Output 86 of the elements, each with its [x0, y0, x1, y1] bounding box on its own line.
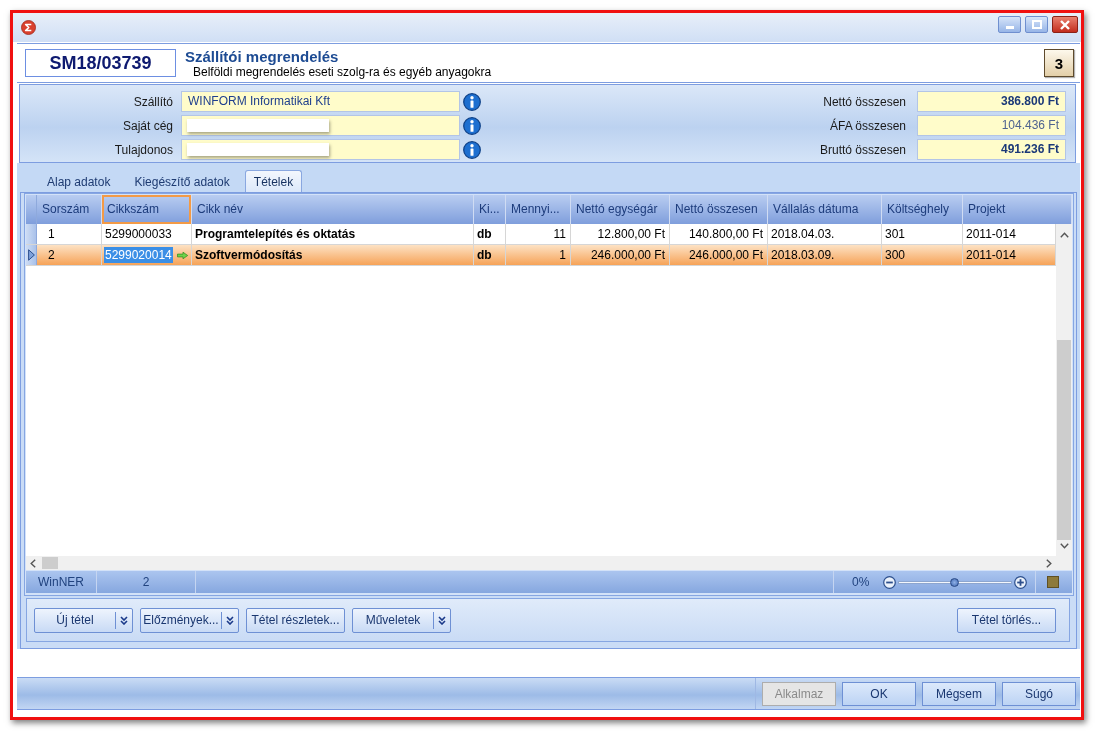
maximize-button[interactable]	[1025, 16, 1048, 33]
column-header[interactable]: Sorszám	[37, 195, 102, 224]
dialog-button[interactable]: Súgó	[1002, 681, 1076, 706]
info-icon[interactable]	[463, 116, 481, 135]
table-cell: db	[474, 245, 506, 265]
app-logo-icon	[21, 20, 36, 35]
action-button[interactable]: Műveletek	[352, 607, 451, 633]
table-cell: 246.000,00 Ft	[571, 245, 670, 265]
action-button[interactable]: Új tétel	[34, 607, 133, 633]
arrow-right-icon[interactable]	[176, 249, 188, 261]
minimize-icon	[1005, 26, 1014, 29]
triangle-pointer-icon	[27, 249, 35, 261]
text-field[interactable]: WINFORM Informatikai Kft	[181, 91, 460, 112]
column-header[interactable]: Költséghely	[882, 195, 963, 224]
scrollbar-thumb[interactable]	[42, 557, 58, 569]
column-header[interactable]: Cikk név	[192, 195, 474, 224]
info-icon[interactable]	[463, 92, 481, 111]
tab[interactable]: Kiegészítő adatok	[125, 170, 239, 192]
total-field: 491.236 Ft	[917, 139, 1066, 160]
field-label: Bruttó összesen	[818, 142, 906, 157]
document-subtitle: Belföldi megrendelés eseti szolg-ra és egyéb anyagokra	[193, 64, 492, 79]
table-cell: 1	[37, 224, 102, 244]
zoom-slider[interactable]	[898, 580, 1012, 584]
table-cell: 2	[37, 245, 102, 265]
column-header[interactable]: Projekt	[963, 195, 1072, 224]
column-header[interactable]: Vállalás dátuma	[768, 195, 882, 224]
zoom-out-icon[interactable]	[883, 575, 896, 589]
zoom-in-icon[interactable]	[1014, 575, 1027, 589]
close-icon	[1060, 19, 1070, 30]
slider-thumb[interactable]	[950, 577, 959, 587]
field-label: ÁFA összesen	[828, 118, 906, 133]
table-cell: 12.800,00 Ft	[571, 224, 670, 244]
total-field: 386.800 Ft	[917, 91, 1066, 112]
table-row[interactable]: 2 5299020014 Szoftvermódosítás db 1 246.000,00 Ft 246.000,00 Ft 2018.03.09. 300 2011-014	[26, 245, 1056, 266]
table-cell: db	[474, 224, 506, 244]
double-chevron-down-icon	[438, 615, 446, 625]
field-label: Saját cég	[121, 118, 173, 133]
text-field[interactable]	[181, 139, 460, 160]
caret-left-icon[interactable]	[30, 558, 36, 568]
tab[interactable]: Alap adatok	[38, 170, 120, 192]
table-cell: 300	[882, 245, 963, 265]
table-cell: 301	[882, 224, 963, 244]
column-header[interactable]: Ki...	[474, 195, 506, 224]
text-field[interactable]	[181, 115, 460, 136]
document-counter[interactable]: 3	[1044, 49, 1074, 77]
caret-down-icon[interactable]	[1059, 543, 1069, 549]
action-button[interactable]: Előzmények...	[140, 607, 239, 633]
caret-up-icon[interactable]	[1059, 232, 1069, 238]
table-cell: Szoftvermódosítás	[192, 245, 474, 265]
info-icon[interactable]	[463, 140, 481, 159]
double-chevron-down-icon	[226, 615, 234, 625]
horizontal-scrollbar[interactable]	[26, 556, 1056, 570]
scrollbar-thumb[interactable]	[1057, 340, 1071, 540]
action-button[interactable]: Tétel törlés...	[957, 607, 1056, 633]
table-cell: 2018.03.09.	[768, 245, 882, 265]
field-label: Nettó összesen	[822, 94, 906, 109]
dialog-button[interactable]: Mégsem	[922, 681, 996, 706]
table-cell: 1	[506, 245, 571, 265]
table-cell: 2018.04.03.	[768, 224, 882, 244]
double-chevron-down-icon	[120, 615, 128, 625]
field-label: Szállító	[132, 94, 173, 109]
vertical-scrollbar[interactable]	[1056, 224, 1072, 556]
status-label: WinNER	[26, 571, 97, 593]
maximize-icon	[1031, 20, 1042, 29]
document-title: Szállítói megrendelés	[185, 47, 339, 65]
total-field: 104.436 Ft	[917, 115, 1066, 136]
action-button[interactable]: Tétel részletek...	[246, 607, 345, 633]
table-cell: 5299000033	[102, 224, 192, 244]
document-number: SM18/03739	[25, 49, 176, 77]
column-header[interactable]: Nettó összesen	[670, 195, 768, 224]
record-count: 2	[97, 571, 196, 593]
field-label: Tulajdonos	[113, 142, 173, 157]
close-button[interactable]	[1052, 16, 1078, 33]
table-cell: Programtelepítés és oktatás	[192, 224, 474, 244]
table-cell: 11	[506, 224, 571, 244]
table-cell: 246.000,00 Ft	[670, 245, 768, 265]
zoom-percent: 0%	[852, 575, 869, 589]
column-header[interactable]: Nettó egységár	[571, 195, 670, 224]
table-cell: 140.800,00 Ft	[670, 224, 768, 244]
caret-right-icon[interactable]	[1046, 558, 1052, 568]
column-header[interactable]: Mennyi...	[506, 195, 571, 224]
minimize-button[interactable]	[998, 16, 1021, 33]
tab[interactable]: Tételek	[244, 170, 303, 192]
column-header[interactable]: Cikkszám	[102, 195, 192, 224]
dialog-button[interactable]: OK	[842, 681, 916, 706]
row-selector[interactable]	[26, 245, 37, 265]
